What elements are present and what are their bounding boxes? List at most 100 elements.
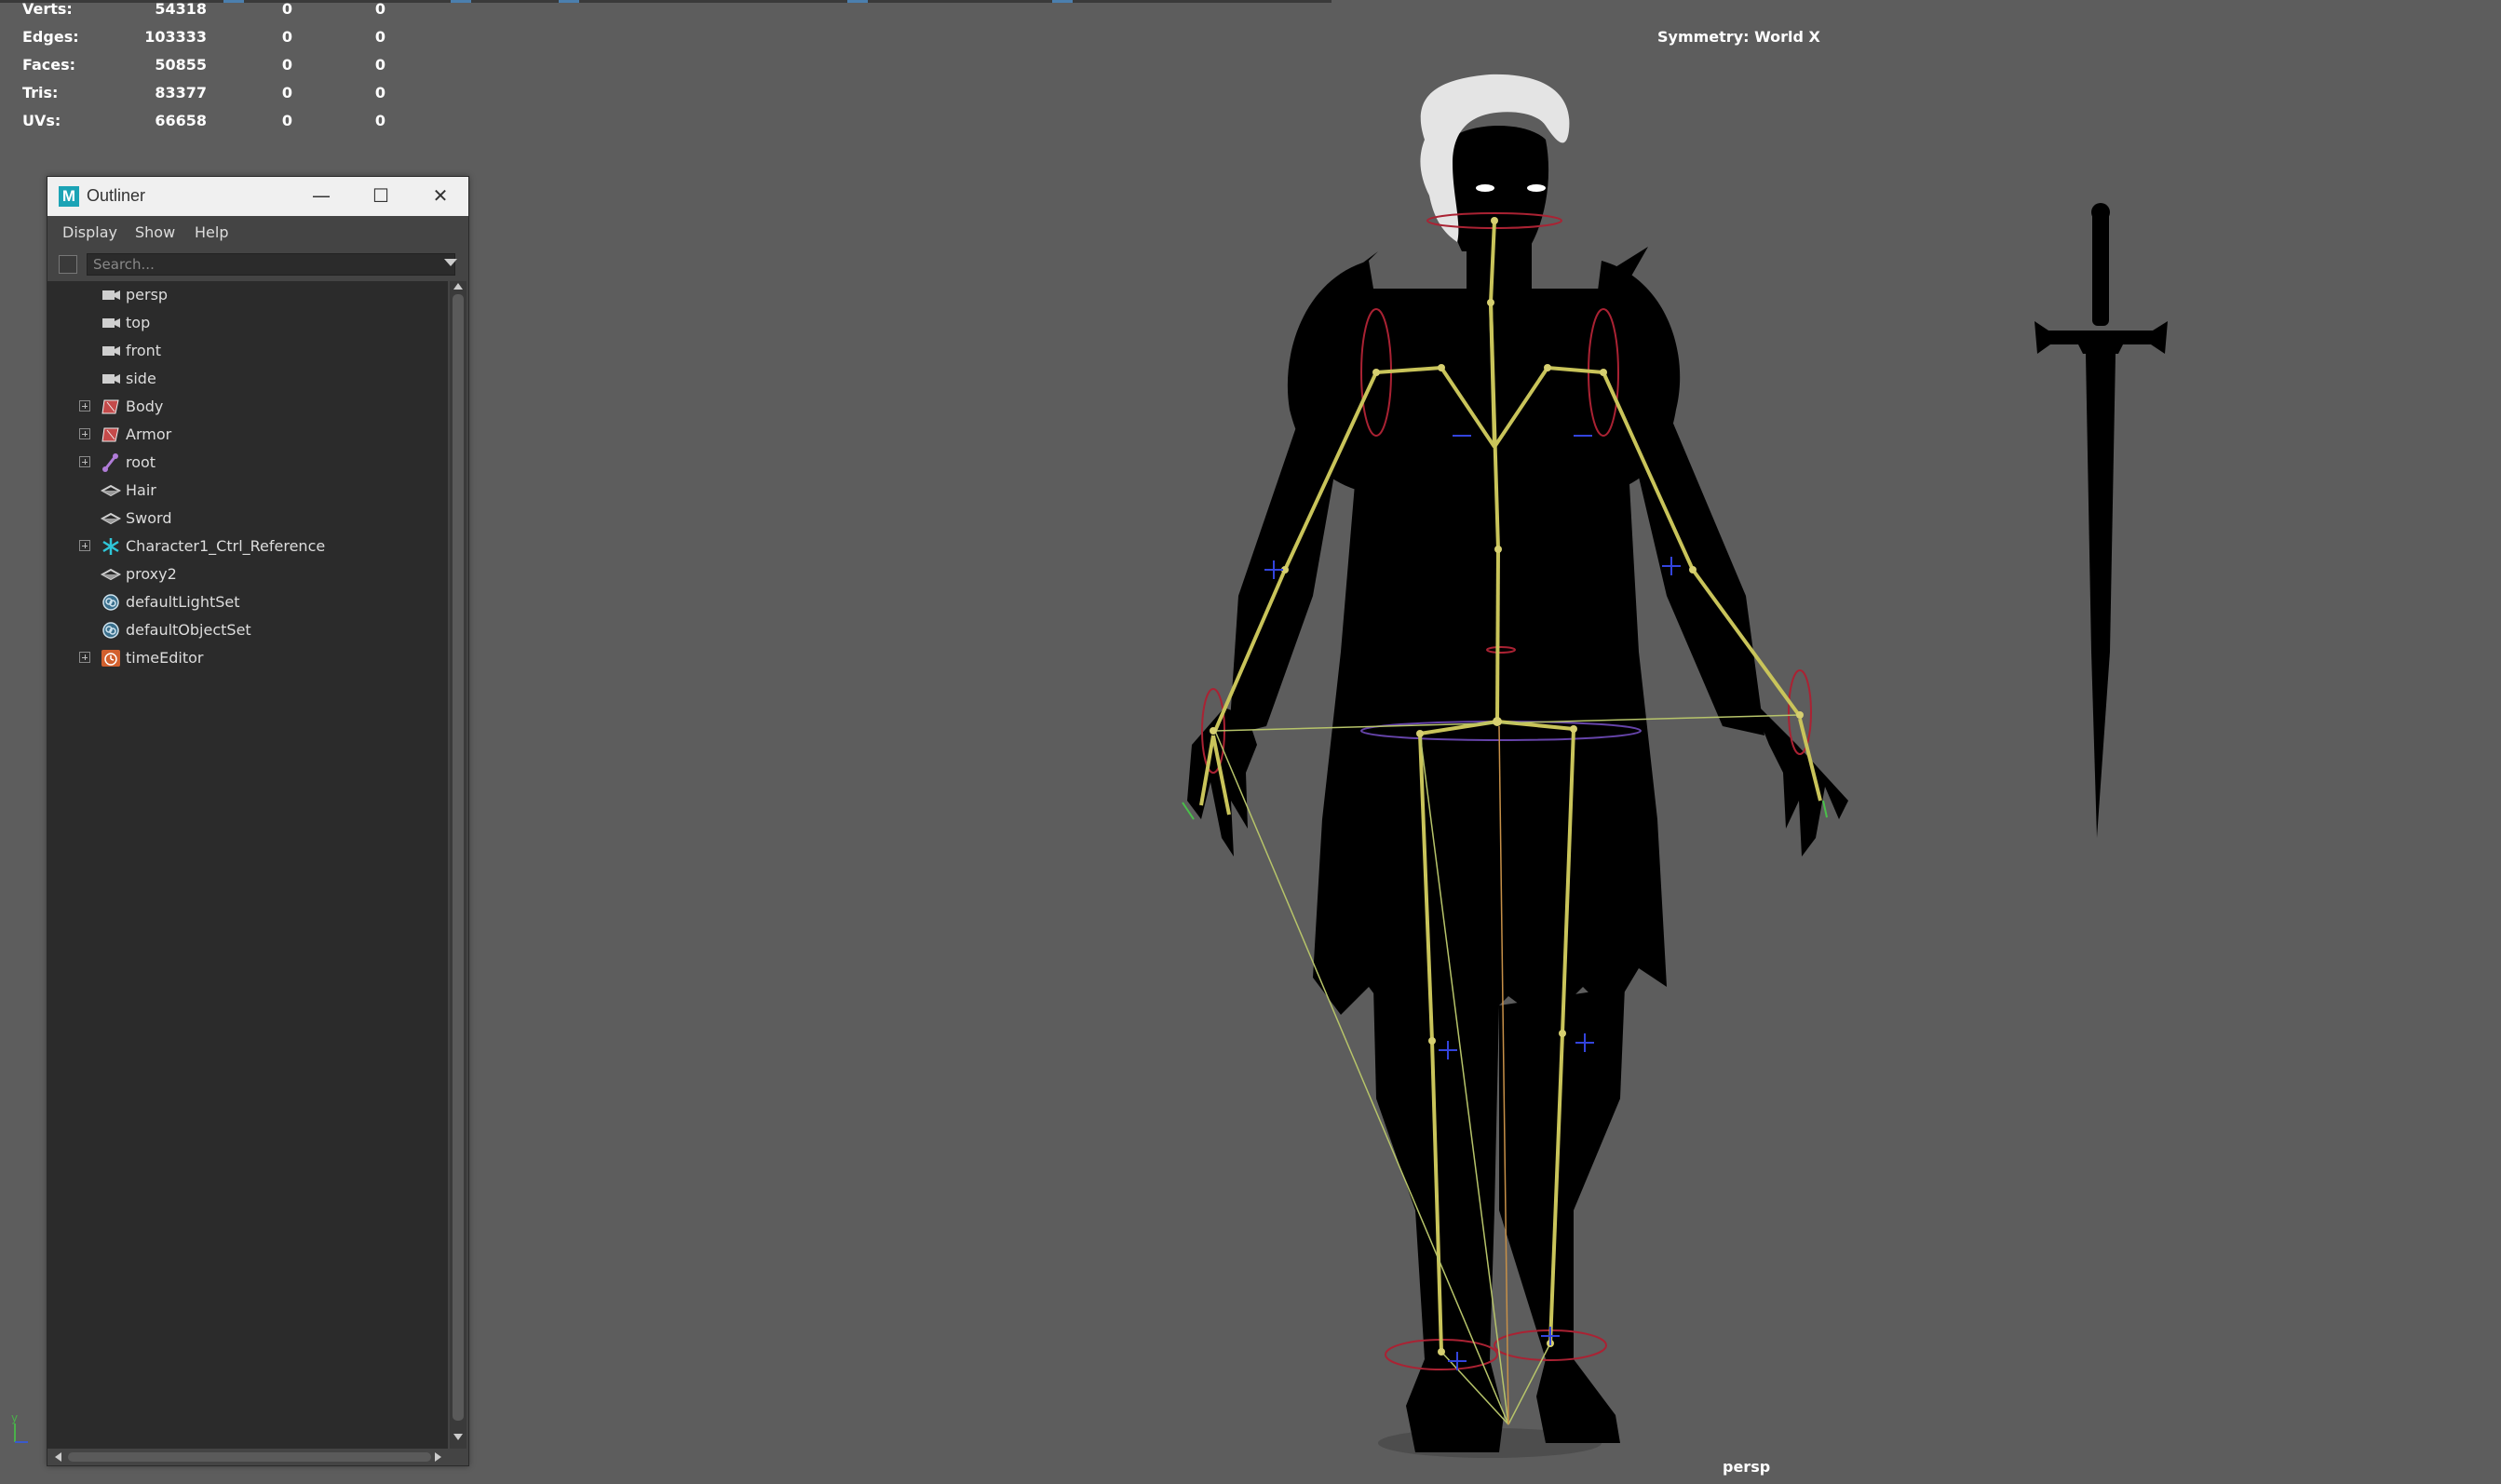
expand-icon[interactable] [79, 400, 90, 411]
hud-row-verts: Verts: 54318 0 0 [22, 0, 385, 26]
minimize-button[interactable]: — [291, 177, 351, 216]
outliner-item-proxy2[interactable]: proxy2 [47, 560, 448, 588]
maximize-button[interactable]: ☐ [351, 177, 411, 216]
sword-model [2035, 203, 2168, 838]
outliner-item-label: Character1_Ctrl_Reference [126, 537, 326, 555]
outliner-item-defaultlightset[interactable]: defaultLightSet [47, 588, 448, 616]
outliner-item-character1-ctrl-reference[interactable]: Character1_Ctrl_Reference [47, 533, 448, 560]
character-eye [1476, 184, 1494, 192]
outliner-item-label: persp [126, 286, 169, 304]
axis-label: y [11, 1411, 18, 1424]
outliner-item-label: side [126, 370, 156, 387]
expand-icon[interactable] [79, 456, 90, 467]
outliner-item-root[interactable]: root [47, 449, 448, 477]
outliner-item-label: defaultLightSet [126, 593, 240, 611]
outliner-item-defaultobjectset[interactable]: defaultObjectSet [47, 616, 448, 644]
vertical-scrollbar[interactable] [450, 281, 466, 1449]
outliner-item-label: Hair [126, 481, 156, 499]
hud-value: 83377 [155, 84, 207, 101]
outliner-tree[interactable]: persp top front side Body Armor root Hai… [47, 281, 448, 1449]
hud-value: 103333 [144, 28, 207, 46]
hud-value: 0 [281, 84, 292, 101]
outliner-item-armor[interactable]: Armor [47, 421, 448, 449]
outliner-item-persp[interactable]: persp [47, 281, 448, 309]
outliner-item-side[interactable]: side [47, 365, 448, 393]
scroll-right-icon[interactable] [435, 1452, 441, 1462]
set-icon [102, 622, 119, 639]
hud-label: Edges: [22, 28, 79, 46]
outliner-item-label: defaultObjectSet [126, 621, 251, 639]
hik-reference-icon [102, 538, 119, 555]
hud-row-tris: Tris: 83377 0 0 [22, 84, 385, 110]
hud-row-faces: Faces: 50855 0 0 [22, 56, 385, 82]
transform-icon [100, 512, 122, 525]
camera-icon [102, 374, 120, 384]
horizontal-scrollbar[interactable] [47, 1449, 468, 1465]
outliner-item-body[interactable]: Body [47, 393, 448, 421]
hud-value: 0 [281, 112, 292, 129]
outliner-window[interactable]: M Outliner — ☐ ✕ Display Show Help persp… [47, 176, 469, 1466]
outliner-item-label: Body [126, 398, 164, 415]
hud-value: 0 [374, 0, 385, 18]
mesh-group-icon [101, 427, 119, 442]
search-input[interactable] [87, 253, 455, 276]
outliner-item-label: root [126, 453, 156, 471]
hud-value: 0 [374, 28, 385, 46]
scrollbar-thumb[interactable] [68, 1452, 431, 1462]
menu-show[interactable]: Show [135, 223, 175, 241]
hud-label: Faces: [22, 56, 76, 74]
outliner-item-timeeditor[interactable]: timeEditor [47, 644, 448, 672]
hud-label: Tris: [22, 84, 59, 101]
camera-name-label: persp [1723, 1458, 1771, 1476]
scroll-left-icon[interactable] [55, 1452, 61, 1462]
transform-icon [100, 568, 122, 581]
outliner-item-label: timeEditor [126, 649, 204, 667]
hud-label: Verts: [22, 0, 73, 18]
outliner-menubar: Display Show Help [47, 216, 468, 248]
camera-icon [102, 290, 120, 300]
joint-icon [102, 453, 118, 472]
camera-icon [102, 346, 120, 356]
hud-value: 54318 [155, 0, 207, 18]
scrollbar-thumb[interactable] [453, 294, 464, 1421]
scroll-down-icon[interactable] [453, 1434, 463, 1440]
outliner-item-label: front [126, 342, 162, 359]
expand-icon[interactable] [79, 428, 90, 439]
expand-icon[interactable] [79, 540, 90, 551]
close-button[interactable]: ✕ [411, 177, 470, 216]
camera-icon [102, 318, 120, 328]
hud-row-edges: Edges: 103333 0 0 [22, 28, 385, 54]
outliner-item-label: top [126, 314, 151, 331]
maya-logo-icon: M [59, 186, 79, 207]
hud-value: 0 [374, 112, 385, 129]
transform-icon [100, 484, 122, 497]
mesh-group-icon [101, 399, 119, 414]
outliner-item-top[interactable]: top [47, 309, 448, 337]
outliner-titlebar[interactable]: M Outliner — ☐ ✕ [47, 177, 468, 216]
hud-value: 0 [374, 84, 385, 101]
expand-icon[interactable] [79, 652, 90, 663]
chevron-down-icon[interactable] [444, 259, 457, 266]
outliner-search-row [47, 248, 468, 281]
menu-help[interactable]: Help [195, 223, 228, 241]
hud-row-uvs: UVs: 66658 0 0 [22, 112, 385, 138]
scroll-up-icon[interactable] [453, 283, 463, 290]
outliner-item-front[interactable]: front [47, 337, 448, 365]
outliner-item-label: Sword [126, 509, 172, 527]
time-editor-icon [101, 650, 120, 667]
filter-icon[interactable] [59, 255, 77, 274]
outliner-item-hair[interactable]: Hair [47, 477, 448, 505]
outliner-item-label: Armor [126, 425, 172, 443]
outliner-item-label: proxy2 [126, 565, 177, 583]
hud-value: 0 [281, 0, 292, 18]
outliner-title: Outliner [87, 186, 146, 205]
symmetry-status: Symmetry: World X [1657, 28, 1820, 46]
menu-display[interactable]: Display [62, 223, 117, 241]
set-icon [102, 594, 119, 611]
character-eye [1527, 184, 1546, 192]
character-silhouette [1187, 126, 1848, 1452]
hud-value: 0 [281, 28, 292, 46]
hud-value: 0 [281, 56, 292, 74]
outliner-item-sword[interactable]: Sword [47, 505, 448, 533]
hud-value: 0 [374, 56, 385, 74]
